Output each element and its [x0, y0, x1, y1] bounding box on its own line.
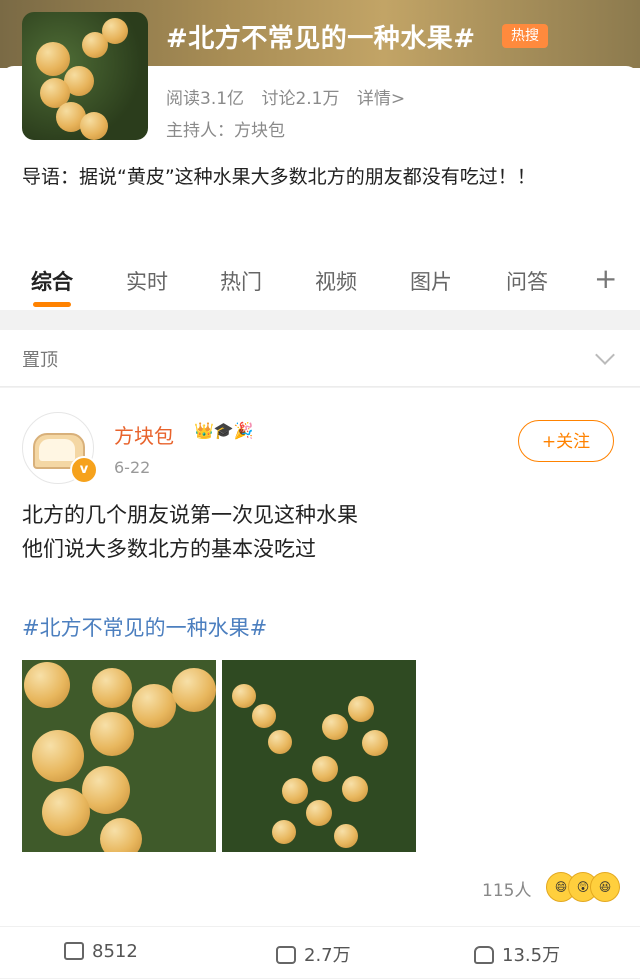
topic-title: #北方不常见的一种水果# — [166, 24, 476, 54]
topic-intro: 导语：据说“黄皮”这种水果大多数北方的朋友都没有吃过！！ — [22, 166, 536, 188]
topic-cover-image — [22, 12, 148, 140]
post-action-bar: 8512 2.7万 13.5万 — [0, 926, 640, 979]
tab-comprehensive[interactable]: 综合 — [31, 266, 73, 296]
repost-icon — [64, 942, 84, 960]
like-count: 13.5万 — [502, 945, 561, 966]
post-image-2[interactable] — [222, 660, 416, 852]
chevron-down-icon[interactable] — [595, 345, 615, 365]
tab-realtime[interactable]: 实时 — [126, 266, 168, 296]
comment-icon — [276, 946, 296, 964]
post-line-2: 他们说大多数北方的基本没吃过 — [22, 537, 316, 561]
tab-qa[interactable]: 问答 — [506, 266, 548, 296]
post-text: 北方的几个朋友说第一次见这种水果 他们说大多数北方的基本没吃过 — [22, 498, 358, 566]
tab-video[interactable]: 视频 — [315, 266, 357, 296]
post-date: 6-22 — [114, 458, 151, 477]
post-line-1: 北方的几个朋友说第一次见这种水果 — [22, 503, 358, 527]
tab-bar: 综合 实时 热门 视频 图片 问答 + — [0, 246, 640, 310]
pinned-section[interactable]: 置顶 — [0, 330, 640, 387]
read-count: 阅读3.1亿 — [166, 89, 245, 109]
post-image-1[interactable] — [22, 660, 216, 852]
active-tab-indicator — [33, 302, 71, 307]
follow-button[interactable]: +关注 — [518, 420, 614, 462]
details-link[interactable]: 详情> — [357, 89, 405, 109]
tab-images[interactable]: 图片 — [410, 266, 452, 296]
like-button[interactable]: 13.5万 — [474, 941, 560, 967]
pinned-label: 置顶 — [22, 350, 58, 371]
comment-button[interactable]: 2.7万 — [276, 941, 351, 967]
reaction-count: 115人 — [482, 881, 532, 901]
topic-host: 主持人：方块包 — [166, 121, 285, 141]
add-tab-icon[interactable]: + — [594, 262, 617, 295]
repost-count: 8512 — [92, 941, 138, 962]
verified-badge: v — [70, 456, 98, 484]
topic-stats: 阅读3.1亿 讨论2.1万 详情> — [166, 84, 417, 109]
tab-hot[interactable]: 热门 — [220, 266, 262, 296]
post-card: v 方块包 👑🎓🎉 6-22 +关注 北方的几个朋友说第一次见这种水果 他们说大… — [0, 388, 640, 978]
comment-count: 2.7万 — [304, 945, 351, 966]
topic-header: #北方不常见的一种水果# 热搜 阅读3.1亿 讨论2.1万 详情> 主持人：方块… — [0, 0, 640, 310]
discussion-count: 讨论2.1万 — [261, 89, 340, 109]
thumbs-up-icon — [474, 946, 494, 964]
repost-button[interactable]: 8512 — [64, 941, 138, 962]
topic-link[interactable]: #北方不常见的一种水果# — [22, 612, 267, 642]
hot-badge: 热搜 — [502, 24, 548, 48]
laugh-emoji-icon: 😆 — [590, 872, 620, 902]
user-badge-icons: 👑🎓🎉 — [194, 421, 254, 440]
post-username[interactable]: 方块包 — [114, 420, 174, 449]
